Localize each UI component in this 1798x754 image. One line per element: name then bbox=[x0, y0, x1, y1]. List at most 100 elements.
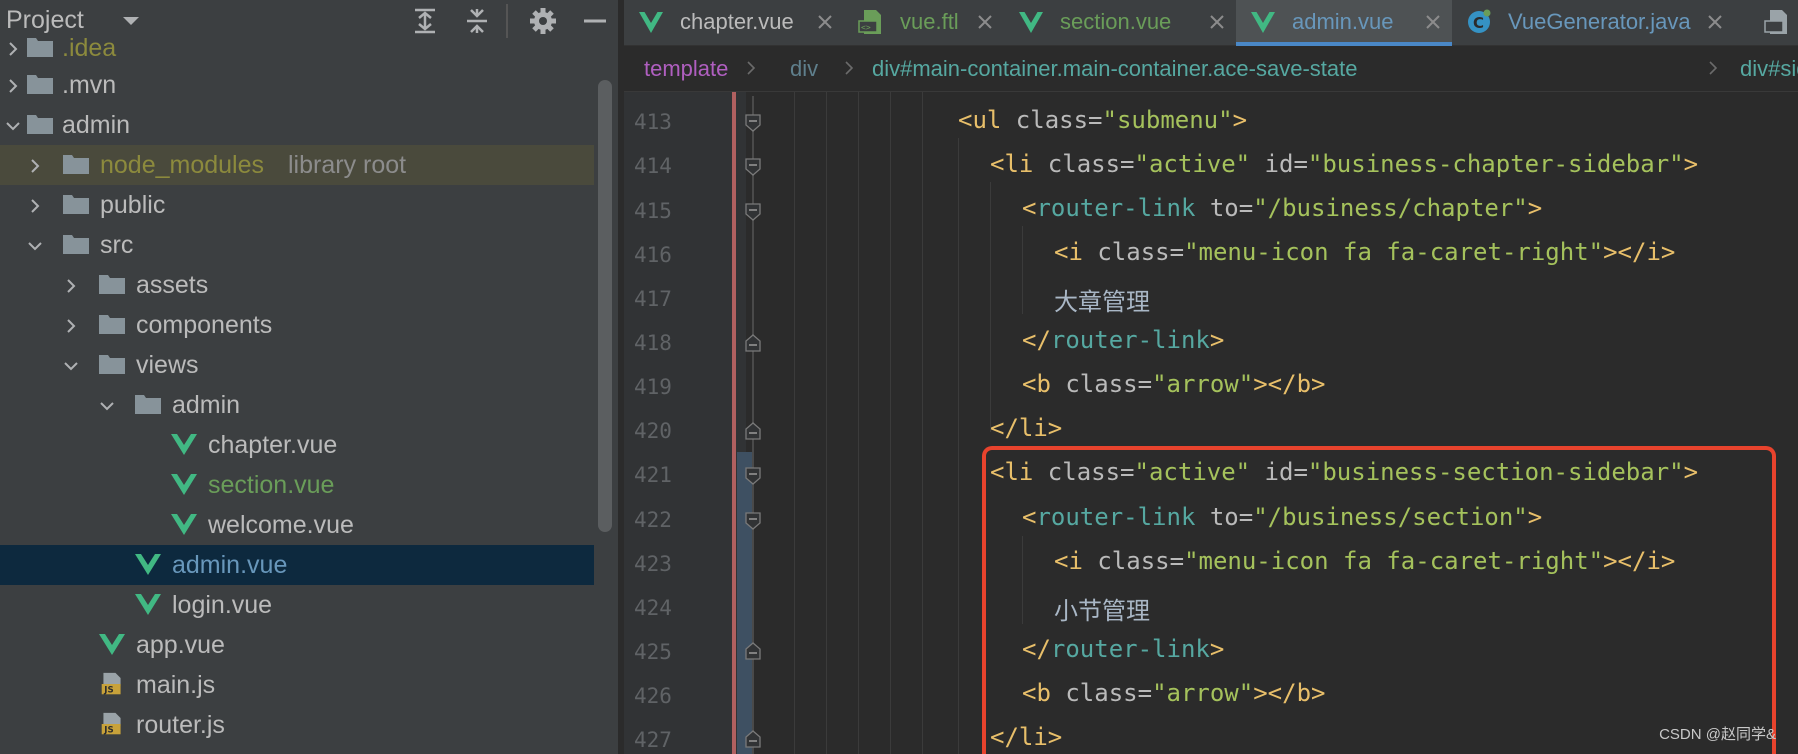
fold-end-marker-icon[interactable] bbox=[745, 730, 761, 748]
code-line-418[interactable]: </router-link> bbox=[1022, 326, 1224, 354]
tree-item-welcome-vue[interactable]: welcome.vue bbox=[0, 505, 594, 545]
vue-file-icon bbox=[171, 434, 197, 455]
vcs-change-marker[interactable] bbox=[732, 92, 736, 754]
tab-section-vue[interactable]: section.vue bbox=[1004, 0, 1236, 46]
token: <ul bbox=[958, 106, 1002, 134]
token: class= bbox=[1050, 370, 1153, 398]
indent-guide bbox=[1022, 226, 1023, 314]
fold-marker-icon[interactable] bbox=[745, 467, 761, 485]
indent-guide bbox=[890, 92, 891, 754]
tab-vuegenerator-java[interactable]: C VueGenerator.java bbox=[1452, 0, 1734, 46]
folder-icon bbox=[135, 395, 161, 414]
tree-item-router-js[interactable]: JS router.js bbox=[0, 705, 594, 745]
token: > bbox=[1527, 194, 1543, 222]
tree-item-login-vue[interactable]: login.vue bbox=[0, 585, 594, 625]
code-line-414[interactable]: <li class="active" id="business-chapter-… bbox=[990, 150, 1698, 178]
tab-vue-ftl[interactable]: <> vue.ftl bbox=[844, 0, 1004, 46]
chevron-down-icon[interactable] bbox=[98, 397, 116, 415]
fold-end-marker-icon[interactable] bbox=[745, 422, 761, 440]
fold-marker-icon[interactable] bbox=[745, 158, 761, 176]
chevron-down-icon[interactable] bbox=[4, 117, 22, 135]
tree-item-chapter-vue[interactable]: chapter.vue bbox=[0, 425, 594, 465]
folder-icon bbox=[99, 355, 125, 374]
fold-end-marker-icon[interactable] bbox=[745, 334, 761, 352]
fold-marker-icon[interactable] bbox=[745, 203, 761, 221]
close-icon[interactable] bbox=[1208, 13, 1226, 31]
tab-label: admin.vue bbox=[1292, 9, 1394, 34]
tree-item-label: assets bbox=[136, 271, 209, 299]
dropdown-arrow-icon[interactable] bbox=[120, 14, 142, 28]
editor-tab-bar: chapter.vue <> vue.ftl section.vue admin… bbox=[624, 0, 1798, 46]
indent-guide bbox=[826, 92, 827, 754]
fold-end-marker-icon[interactable] bbox=[745, 642, 761, 660]
close-icon[interactable] bbox=[1706, 13, 1724, 31]
tree-item-main-js[interactable]: JS main.js bbox=[0, 665, 594, 705]
line-number: 419 bbox=[634, 375, 672, 399]
breadcrumb-item[interactable]: div#sidebar.sidebar.respon bbox=[1740, 56, 1798, 82]
tree-item-admin-root[interactable]: admin bbox=[0, 105, 594, 145]
svg-text:C: C bbox=[1473, 14, 1484, 32]
breadcrumb-item[interactable]: template bbox=[644, 56, 728, 82]
code-line-416[interactable]: <i class="menu-icon fa fa-caret-right"><… bbox=[1054, 238, 1675, 266]
tree-item-assets[interactable]: assets bbox=[0, 265, 594, 305]
close-icon[interactable] bbox=[816, 13, 834, 31]
chevron-down-icon[interactable] bbox=[62, 357, 80, 375]
tree-item-views-admin[interactable]: admin bbox=[0, 385, 594, 425]
tab-chapter-vue[interactable]: chapter.vue bbox=[624, 0, 844, 46]
token: router-link bbox=[1050, 326, 1210, 354]
line-number: 413 bbox=[634, 110, 672, 134]
chevron-right-icon[interactable] bbox=[26, 157, 44, 175]
fold-marker-icon[interactable] bbox=[745, 512, 761, 530]
tree-item-admin-vue[interactable]: admin.vue bbox=[0, 545, 594, 585]
chevron-right-icon[interactable] bbox=[26, 197, 44, 215]
token: to= bbox=[1195, 194, 1254, 222]
line-number: 418 bbox=[634, 331, 672, 355]
chevron-right-icon[interactable] bbox=[4, 77, 22, 95]
line-number: 416 bbox=[634, 243, 672, 267]
line-number: 417 bbox=[634, 287, 672, 311]
tab-admin-vue[interactable]: admin.vue bbox=[1236, 0, 1452, 46]
token: class= bbox=[1082, 238, 1185, 266]
breadcrumb-item[interactable]: div#main-container.main-container.ace-sa… bbox=[872, 56, 1357, 82]
indent-guide bbox=[922, 92, 923, 754]
code-line-417[interactable]: 大章管理 bbox=[1054, 282, 1150, 317]
tree-scrollbar[interactable] bbox=[598, 80, 612, 532]
folder-icon bbox=[27, 38, 53, 57]
token: class= bbox=[1001, 106, 1103, 134]
chevron-right-icon[interactable] bbox=[62, 277, 80, 295]
close-icon[interactable] bbox=[976, 13, 994, 31]
code-line-413[interactable]: <ul class="submenu"> bbox=[958, 106, 1247, 134]
code-line-420[interactable]: </li> bbox=[990, 414, 1062, 442]
chevron-right-icon[interactable] bbox=[62, 317, 80, 335]
tree-item-app-vue[interactable]: app.vue bbox=[0, 625, 594, 665]
tree-item-label: welcome.vue bbox=[208, 511, 354, 539]
code-line-415[interactable]: <router-link to="/business/chapter"> bbox=[1022, 194, 1542, 222]
line-number: 427 bbox=[634, 728, 672, 752]
tree-item-node-modules[interactable]: node_modules library root bbox=[0, 145, 594, 185]
tree-item-src[interactable]: src bbox=[0, 225, 594, 265]
vcs-modified-marker[interactable] bbox=[737, 452, 753, 754]
token: "submenu" bbox=[1102, 106, 1233, 134]
tree-item-mvn[interactable]: .mvn bbox=[0, 65, 594, 105]
project-tool-window: Project .idea .mvn admin node_modules li… bbox=[0, 0, 624, 754]
indent-guide bbox=[858, 92, 859, 754]
chevron-right-icon bbox=[845, 61, 854, 75]
tree-item-label: src bbox=[100, 231, 134, 259]
tree-item-components[interactable]: components bbox=[0, 305, 594, 345]
tree-item-public[interactable]: public bbox=[0, 185, 594, 225]
chevron-down-icon[interactable] bbox=[26, 237, 44, 255]
breadcrumb-item[interactable]: div bbox=[790, 56, 818, 82]
token: </li> bbox=[990, 414, 1063, 442]
tree-item-section-vue[interactable]: section.vue bbox=[0, 465, 594, 505]
tree-item-idea[interactable]: .idea bbox=[0, 28, 594, 68]
chevron-right-icon[interactable] bbox=[4, 40, 22, 58]
close-icon[interactable] bbox=[1424, 13, 1442, 31]
tree-item-views[interactable]: views bbox=[0, 345, 594, 385]
tab-overflow[interactable] bbox=[1750, 0, 1798, 46]
fold-marker-icon[interactable] bbox=[745, 114, 761, 132]
code-line-419[interactable]: <b class="arrow"></b> bbox=[1022, 370, 1325, 398]
folder-icon bbox=[99, 315, 125, 334]
line-number: 414 bbox=[634, 154, 672, 178]
vue-icon bbox=[1251, 12, 1275, 33]
vue-file-icon bbox=[135, 554, 161, 575]
